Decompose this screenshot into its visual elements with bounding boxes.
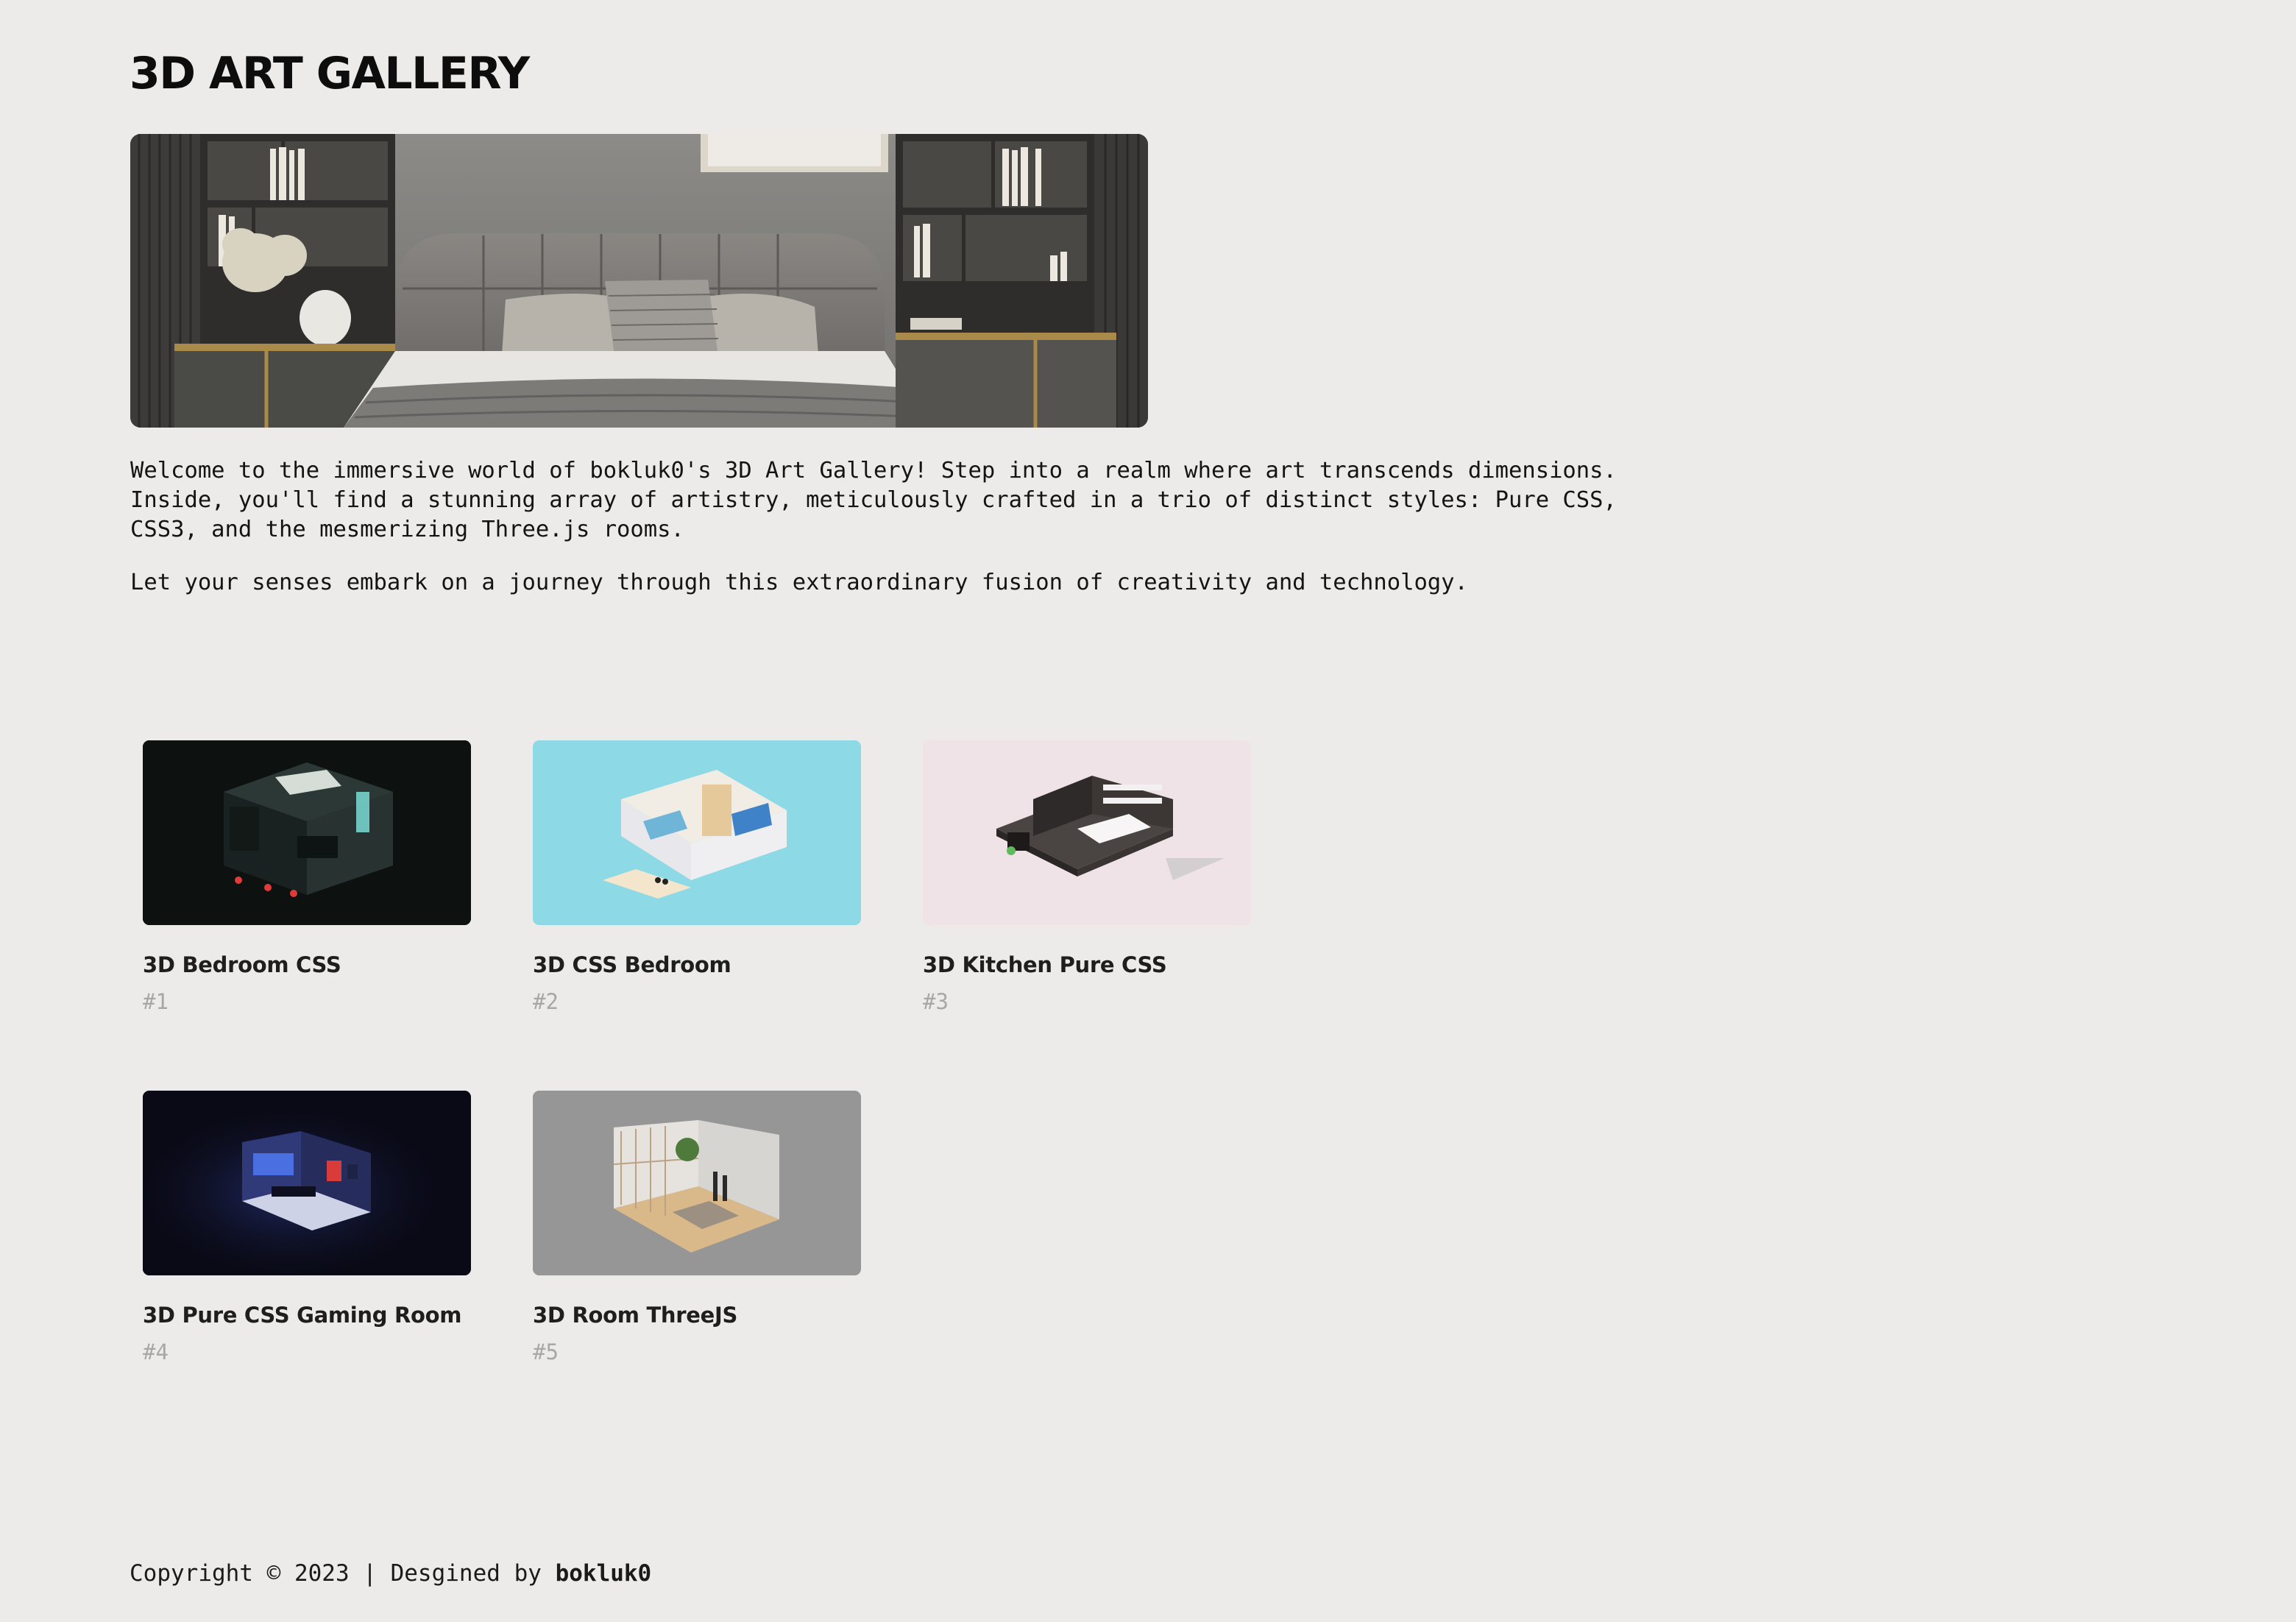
gallery-card-css-bedroom[interactable]: 3D CSS Bedroom #2 xyxy=(533,740,861,1016)
footer: Copyright © 2023 | Desgined by bokluk0 xyxy=(130,1559,651,1588)
card-number: #2 xyxy=(533,989,559,1014)
card-thumbnail[interactable] xyxy=(533,1091,861,1275)
gallery-card-kitchen-pure-css[interactable]: 3D Kitchen Pure CSS #3 xyxy=(923,740,1251,1016)
card-number: #5 xyxy=(533,1339,559,1364)
gallery-card-room-threejs[interactable]: 3D Room ThreeJS #5 xyxy=(533,1091,861,1367)
intro-paragraph-2: Let your senses embark on a journey thro… xyxy=(130,570,1468,595)
card-thumbnail[interactable] xyxy=(923,740,1251,925)
gallery-card-gaming-room[interactable]: 3D Pure CSS Gaming Room #4 xyxy=(143,1091,471,1367)
footer-copyright: Copyright © 2023 | Desgined by xyxy=(130,1560,556,1587)
intro-text: Welcome to the immersive world of bokluk… xyxy=(130,456,1646,621)
card-thumbnail[interactable] xyxy=(143,1091,471,1275)
card-title[interactable]: 3D Bedroom CSS xyxy=(143,950,471,980)
card-title[interactable]: 3D Room ThreeJS xyxy=(533,1300,861,1330)
card-number: #3 xyxy=(923,989,949,1014)
card-title[interactable]: 3D Pure CSS Gaming Room xyxy=(143,1300,471,1330)
card-title[interactable]: 3D CSS Bedroom xyxy=(533,950,861,980)
footer-author-link[interactable]: bokluk0 xyxy=(556,1560,652,1587)
card-title[interactable]: 3D Kitchen Pure CSS xyxy=(923,950,1251,980)
card-thumbnail[interactable] xyxy=(533,740,861,925)
intro-paragraph-1: Welcome to the immersive world of bokluk… xyxy=(130,458,1617,542)
card-number: #4 xyxy=(143,1339,169,1364)
card-thumbnail[interactable] xyxy=(143,740,471,925)
gallery-card-bedroom-css[interactable]: 3D Bedroom CSS #1 xyxy=(143,740,471,1016)
card-number: #1 xyxy=(143,989,169,1014)
page-title: 3D ART GALLERY xyxy=(130,48,530,99)
hero-image xyxy=(130,134,1148,428)
